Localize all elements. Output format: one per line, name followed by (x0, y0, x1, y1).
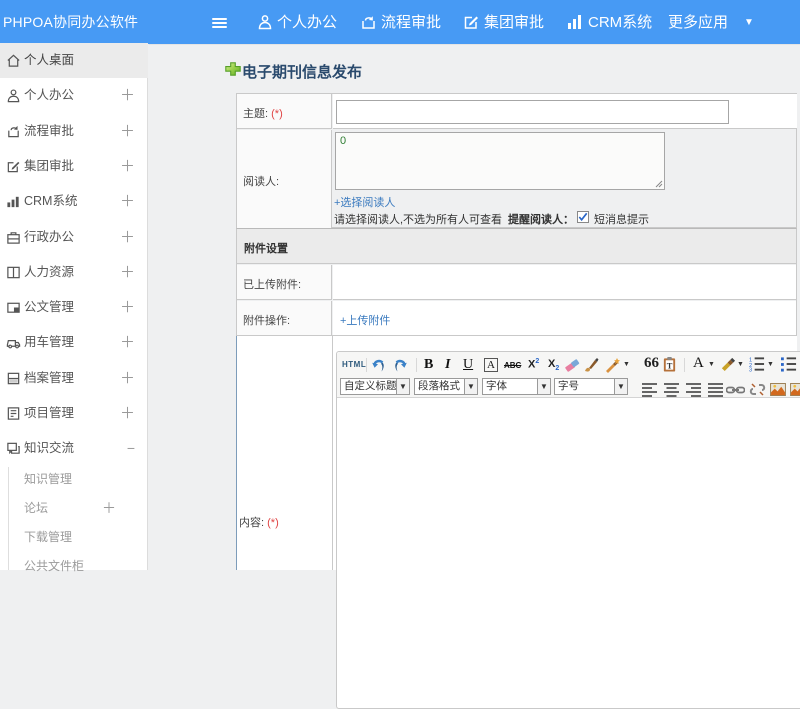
svg-text:T: T (667, 360, 673, 370)
svg-text:3: 3 (749, 368, 752, 372)
